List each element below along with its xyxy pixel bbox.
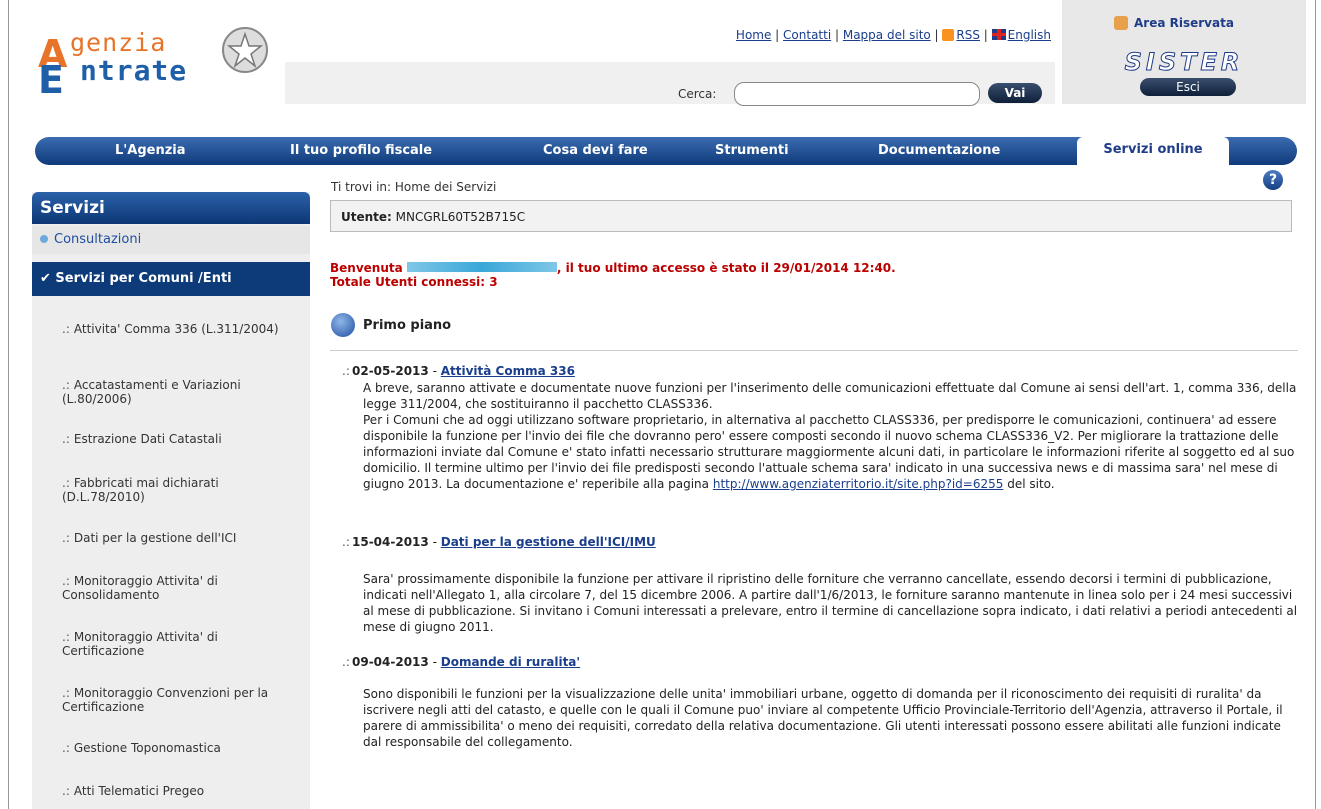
section-title: Primo piano bbox=[363, 318, 452, 333]
sidebar-subitem-label: Atti Telematici Pregeo bbox=[73, 784, 205, 798]
sidebar-subitem-label: Dati per la gestione dell'ICI bbox=[73, 531, 237, 545]
nav-agenzia[interactable]: L'Agenzia bbox=[115, 143, 186, 158]
sidebar-subitem[interactable]: .: Accatastamenti e Variazioni (L.80/2006… bbox=[62, 378, 302, 406]
sidebar-subitem-label: Estrazione Dati Catastali bbox=[73, 432, 222, 446]
clock-icon bbox=[331, 313, 355, 337]
connected-users: Totale Utenti connessi: 3 bbox=[330, 275, 498, 289]
news-body-text: Sono disponibili le funzioni per la visu… bbox=[363, 687, 1283, 749]
sidebar-subitem-label: Monitoraggio Attivita' di Certificazione bbox=[62, 630, 218, 658]
lock-icon bbox=[1114, 16, 1128, 30]
sidebar-subitem[interactable]: .: Fabbricati mai dichiarati (D.L.78/2010… bbox=[62, 476, 302, 504]
user-box: Utente: MNCGRL60T52B715C bbox=[330, 200, 1292, 232]
sidebar-subitem-label: Gestione Toponomastica bbox=[73, 741, 221, 755]
divider bbox=[330, 350, 1298, 351]
sidebar-subitem[interactable]: .: Attivita' Comma 336 (L.311/2004) bbox=[62, 322, 302, 336]
news-item: .: 02-05-2013 - Attività Comma 336 bbox=[342, 364, 575, 378]
sidebar-subitem[interactable]: .: Monitoraggio Convenzioni per la Certif… bbox=[62, 686, 302, 714]
sidebar-subitem-label: Monitoraggio Attivita' di Consolidamento bbox=[62, 574, 218, 602]
sidebar-title: Servizi bbox=[32, 192, 310, 224]
sidebar-subitem-label: Monitoraggio Convenzioni per la Certific… bbox=[62, 686, 269, 714]
bullet-icon bbox=[40, 235, 48, 243]
welcome-message: Benvenuta , il tuo ultimo accesso è stat… bbox=[330, 261, 896, 289]
sidebar-item-servizi-comuni[interactable]: ✔ Servizi per Comuni /Enti bbox=[32, 262, 310, 296]
search-button[interactable]: Vai bbox=[988, 83, 1042, 103]
logo-text-line1: genzia bbox=[70, 28, 167, 57]
news-title-link[interactable]: Attività Comma 336 bbox=[441, 364, 575, 378]
area-riservata-panel: Area Riservata SISTER Esci bbox=[1062, 0, 1306, 104]
agenzia-entrate-logo[interactable]: A genzia E ntrate bbox=[36, 18, 276, 102]
news-title-link[interactable]: Dati per la gestione dell'ICI/IMU bbox=[441, 535, 656, 549]
sister-logo: SISTER bbox=[1124, 48, 1244, 77]
search-input[interactable] bbox=[734, 82, 980, 106]
sidebar-subitem-label: Accatastamenti e Variazioni (L.80/2006) bbox=[62, 378, 241, 406]
sidebar-subitem[interactable]: .: Estrazione Dati Catastali bbox=[62, 432, 302, 446]
nav-cosa-devi-fare[interactable]: Cosa devi fare bbox=[543, 143, 648, 158]
sidebar-subitem[interactable]: .: Monitoraggio Attivita' di Consolidamen… bbox=[62, 574, 302, 602]
main-nav: L'Agenzia Il tuo profilo fiscale Cosa de… bbox=[35, 137, 1297, 165]
esci-button[interactable]: Esci bbox=[1140, 78, 1236, 96]
sidebar-item-label: Consultazioni bbox=[54, 232, 142, 247]
search-label: Cerca: bbox=[678, 87, 717, 101]
news-body-text: A breve, saranno attivate e documentate … bbox=[363, 381, 1297, 411]
sidebar-subitem-label: Fabbricati mai dichiarati (D.L.78/2010) bbox=[62, 476, 219, 504]
english-link[interactable]: English bbox=[1008, 28, 1051, 42]
help-icon[interactable]: ? bbox=[1263, 170, 1283, 190]
rss-icon bbox=[942, 29, 955, 41]
area-riservata-title[interactable]: Area Riservata bbox=[1134, 16, 1234, 30]
redacted-name bbox=[406, 262, 557, 272]
sidebar-subitem-label: Attivita' Comma 336 (L.311/2004) bbox=[73, 322, 279, 336]
news-item: .: 09-04-2013 - Domande di ruralita' bbox=[342, 655, 581, 669]
logo-text-line2: ntrate bbox=[80, 54, 188, 87]
sidebar-subitem[interactable]: .: Atti Telematici Pregeo bbox=[62, 784, 302, 798]
sidebar-item-consultazioni[interactable]: Consultazioni bbox=[32, 226, 310, 254]
nav-documentazione[interactable]: Documentazione bbox=[878, 143, 1000, 158]
bullet-icon: .: bbox=[342, 655, 350, 669]
bullet-icon: .: bbox=[342, 535, 350, 549]
nav-strumenti[interactable]: Strumenti bbox=[715, 143, 789, 158]
sidebar-item-label: Servizi per Comuni /Enti bbox=[55, 271, 232, 286]
welcome-prefix: Benvenuta bbox=[330, 261, 403, 275]
news-item: .: 15-04-2013 - Dati per la gestione del… bbox=[342, 535, 656, 549]
news-date: 15-04-2013 bbox=[352, 535, 429, 549]
republic-emblem-icon bbox=[222, 27, 268, 73]
logo-cap-e: E bbox=[38, 58, 64, 102]
news-body: Sono disponibili le funzioni per la visu… bbox=[363, 686, 1303, 750]
news-date: 02-05-2013 bbox=[352, 364, 429, 378]
news-body-text: del sito. bbox=[1007, 477, 1055, 491]
news-title-link[interactable]: Domande di ruralita' bbox=[441, 655, 580, 669]
sidebar-subitem[interactable]: .: Monitoraggio Attivita' di Certificazio… bbox=[62, 630, 302, 658]
welcome-suffix: , il tuo ultimo accesso è stato il 29/01… bbox=[556, 261, 896, 275]
sidebar-subitem[interactable]: .: Dati per la gestione dell'ICI bbox=[62, 531, 302, 545]
user-label: Utente: bbox=[341, 210, 392, 224]
news-body: Sara' prossimamente disponibile la funzi… bbox=[363, 571, 1303, 635]
nav-profilo-fiscale[interactable]: Il tuo profilo fiscale bbox=[290, 143, 432, 158]
breadcrumb: Ti trovi in: Home dei Servizi bbox=[331, 180, 497, 194]
news-date: 09-04-2013 bbox=[352, 655, 429, 669]
contatti-link[interactable]: Contatti bbox=[783, 28, 831, 42]
rss-link[interactable]: RSS bbox=[956, 28, 980, 42]
top-links: Home | Contatti | Mappa del sito | RSS |… bbox=[735, 28, 1051, 42]
sidebar-subitem[interactable]: .: Gestione Toponomastica bbox=[62, 741, 302, 755]
mappa-del-sito-link[interactable]: Mappa del sito bbox=[843, 28, 931, 42]
bullet-icon: .: bbox=[342, 364, 350, 378]
uk-flag-icon bbox=[991, 29, 1006, 40]
news-body-link[interactable]: http://www.agenziaterritorio.it/site.php… bbox=[713, 477, 1004, 491]
nav-servizi-online[interactable]: Servizi online bbox=[1077, 137, 1229, 165]
home-link[interactable]: Home bbox=[736, 28, 771, 42]
news-body-text: Sara' prossimamente disponibile la funzi… bbox=[363, 572, 1298, 634]
sidebar: Servizi Consultazioni ✔ Servizi per Comu… bbox=[32, 192, 310, 809]
news-body: A breve, saranno attivate e documentate … bbox=[363, 380, 1303, 492]
user-code: MNCGRL60T52B715C bbox=[395, 210, 526, 224]
